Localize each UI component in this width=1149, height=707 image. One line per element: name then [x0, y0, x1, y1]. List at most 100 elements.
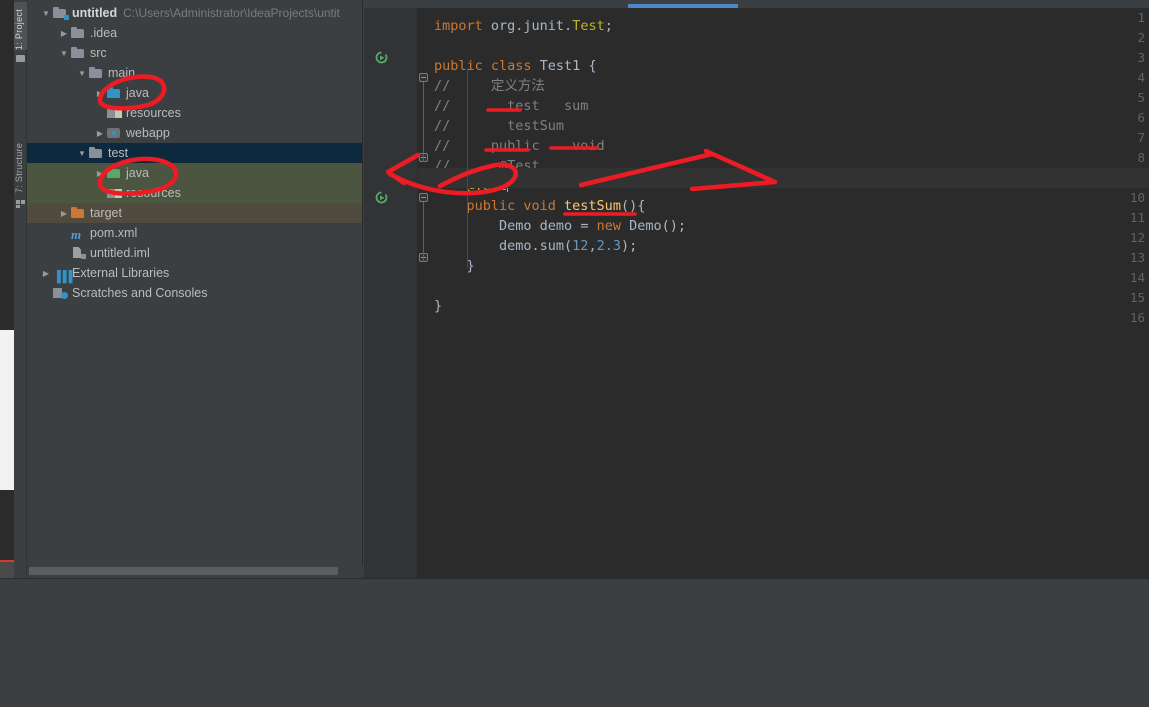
tree-item-untitled-iml[interactable]: untitled.iml [27, 243, 362, 263]
project-tree[interactable]: untitled C:\Users\Administrator\IdeaProje… [27, 0, 362, 303]
tree-item-test[interactable]: test [27, 143, 362, 163]
line-number: 1 [1137, 10, 1145, 25]
editor-tab-strip[interactable] [364, 0, 1149, 8]
tree-item-label: resources [126, 106, 181, 120]
fold-marker-icon[interactable] [419, 193, 430, 204]
line-number: 10 [1129, 190, 1145, 205]
tree-item-untitled[interactable]: untitled C:\Users\Administrator\IdeaProje… [27, 3, 362, 23]
code-line: // public void [434, 138, 605, 154]
code-line: } [434, 258, 475, 274]
tree-item-label: untitled.iml [90, 246, 150, 260]
fold-marker-icon[interactable] [419, 153, 430, 164]
chevron-down-icon[interactable] [75, 144, 89, 164]
tree-item-label: target [90, 206, 122, 220]
folder-icon [71, 47, 86, 59]
chevron-right-icon[interactable] [93, 124, 107, 144]
run-test-icon[interactable] [375, 191, 388, 204]
tree-item-target[interactable]: target [27, 203, 362, 223]
tree-item-label: java [126, 166, 149, 180]
tree-item-scratches-and-consoles[interactable]: Scratches and Consoles [27, 283, 362, 303]
module-folder-icon [53, 7, 69, 20]
tree-item-label: pom.xml [90, 226, 138, 240]
tree-item-label: Scratches and Consoles [72, 286, 208, 300]
tree-item-src[interactable]: src [27, 43, 362, 63]
active-tab-indicator [628, 4, 738, 8]
fold-region-line [423, 202, 424, 262]
line-number: 2 [1137, 30, 1145, 45]
chevron-right-icon[interactable] [57, 24, 71, 44]
project-tool-window[interactable]: untitled C:\Users\Administrator\IdeaProje… [27, 0, 363, 578]
code-editor[interactable]: 12345678910111213141516 import org.junit… [364, 0, 1149, 578]
chevron-down-icon[interactable] [57, 44, 71, 64]
tree-item--idea[interactable]: .idea [27, 23, 362, 43]
tree-item-label: java [126, 86, 149, 100]
code-line: Demo demo = new Demo(); [434, 218, 686, 234]
indent-guide [467, 68, 468, 268]
line-number: 15 [1129, 290, 1145, 305]
project-horizontal-scrollbar[interactable] [27, 566, 363, 576]
maven-icon: m [71, 227, 82, 242]
chevron-right-icon[interactable] [93, 164, 107, 184]
line-number: 5 [1137, 90, 1145, 105]
gutter-separator [417, 8, 418, 578]
code-line: // test sum [434, 98, 589, 114]
folder-icon [89, 147, 104, 159]
test-resources-folder-icon [107, 187, 122, 199]
editor-gutter[interactable] [364, 8, 417, 578]
idea-window: 1: Project 7: Structure untitled C:\Users… [0, 0, 1149, 707]
run-tool-window: Run: Test1.testSum × 9 [0, 578, 1149, 707]
code-line: import org.junit.Test; [434, 18, 613, 34]
line-number: 11 [1129, 210, 1145, 225]
code-line: // 定义方法 [434, 78, 545, 94]
source-folder-icon [107, 87, 122, 99]
tree-item-label: resources [126, 186, 181, 200]
line-number: 12 [1129, 230, 1145, 245]
webapp-folder-icon [107, 127, 122, 139]
tree-item-webapp[interactable]: webapp [27, 123, 362, 143]
tree-item-pom-xml[interactable]: m pom.xml [27, 223, 362, 243]
resources-folder-icon [107, 107, 122, 119]
fold-marker-icon[interactable] [419, 253, 430, 264]
code-line: public void testSum(){ [434, 198, 646, 214]
code-line: demo.sum(12,2.3); [434, 238, 638, 254]
scrollbar-thumb[interactable] [29, 567, 338, 575]
chevron-right-icon[interactable] [39, 264, 53, 284]
line-number: 4 [1137, 70, 1145, 85]
tree-item-label: .idea [90, 26, 118, 40]
tree-item-label: webapp [126, 126, 170, 140]
tree-item-resources[interactable]: resources [27, 183, 362, 203]
folder-icon [16, 55, 25, 62]
structure-icon [16, 200, 25, 208]
tree-item-java[interactable]: java [27, 83, 362, 103]
tool-button-project[interactable]: 1: Project [14, 2, 27, 50]
tree-item-external-libraries[interactable]: External Libraries [27, 263, 362, 287]
chevron-down-icon[interactable] [39, 4, 53, 24]
chevron-right-icon[interactable] [93, 84, 107, 104]
current-line-highlight [418, 168, 1149, 188]
code-line: public class Test1 { [434, 58, 597, 74]
fold-marker-icon[interactable] [419, 73, 430, 84]
tree-item-resources[interactable]: resources [27, 103, 362, 123]
line-number: 3 [1137, 50, 1145, 65]
chevron-down-icon[interactable] [75, 64, 89, 84]
chevron-right-icon[interactable] [57, 204, 71, 224]
tree-item-label: src [90, 46, 107, 60]
code-line: // testSum [434, 118, 565, 134]
folder-icon [71, 27, 86, 39]
iml-file-icon [71, 247, 86, 259]
scratches-icon [53, 287, 68, 299]
tree-item-label: untitled [72, 6, 118, 20]
line-number: 6 [1137, 110, 1145, 125]
tree-item-main[interactable]: main [27, 63, 362, 83]
tree-item-java[interactable]: java [27, 163, 362, 183]
folder-icon [89, 67, 104, 79]
test-source-folder-icon [107, 167, 122, 179]
tool-button-structure[interactable]: 7: Structure [14, 118, 27, 193]
run-test-icon[interactable] [375, 51, 388, 64]
tree-item-label: main [108, 66, 136, 80]
line-number: 14 [1129, 270, 1145, 285]
tree-item-label: External Libraries [72, 266, 170, 280]
